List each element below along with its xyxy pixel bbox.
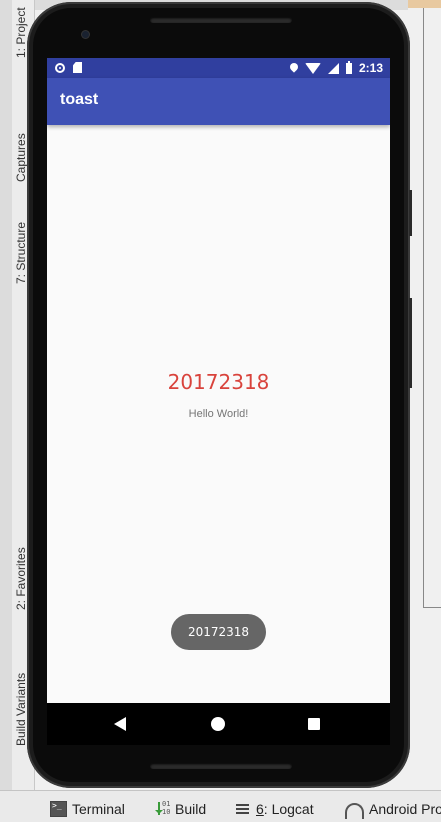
- ide-right-tab-strip: [408, 0, 441, 8]
- device-screen: 2:13 toast 20172318 Hello World! 2017231…: [47, 58, 390, 745]
- panel-divider-bottom: [423, 607, 441, 608]
- gauge-icon: [345, 803, 364, 819]
- build-tab[interactable]: 01 10 Build: [155, 800, 206, 818]
- recents-icon[interactable]: [308, 718, 320, 730]
- logcat-tab-label: : Logcat: [263, 801, 314, 817]
- notification-dot-icon: [55, 62, 65, 73]
- battery-icon: [345, 60, 352, 74]
- terminal-icon: [50, 801, 67, 817]
- navigation-bar: [47, 703, 390, 745]
- profiler-tab[interactable]: Android Pro: [345, 800, 441, 819]
- terminal-tab-label: Terminal: [72, 801, 125, 817]
- logcat-tab-number: 6: [256, 801, 264, 817]
- build-tab-label: Build: [175, 801, 207, 817]
- home-icon[interactable]: [211, 717, 225, 731]
- volume-button[interactable]: [409, 298, 412, 388]
- status-bar-left: [55, 62, 82, 73]
- app-toolbar: toast: [47, 78, 390, 125]
- terminal-tab[interactable]: Terminal: [50, 800, 125, 818]
- toast-message: 20172318: [171, 614, 266, 650]
- ide-right-panel: [408, 0, 441, 790]
- wifi-icon: [304, 62, 321, 74]
- sd-card-icon: [73, 62, 82, 73]
- logcat-icon: [236, 802, 251, 816]
- status-bar: 2:13: [47, 58, 390, 78]
- power-button[interactable]: [409, 190, 412, 236]
- profiler-tab-label: Android Pro: [369, 801, 441, 817]
- location-icon: [288, 61, 300, 73]
- hello-world-text: Hello World!: [188, 408, 249, 420]
- front-camera-icon: [82, 31, 89, 38]
- build-icon: 01 10: [155, 800, 170, 816]
- speaker-grill-top: [150, 17, 292, 23]
- number-text: 20172318: [167, 370, 270, 394]
- ide-bottom-toolbar: Terminal 0110 Build 6: Logcat Android Pr…: [0, 790, 441, 822]
- app-title: toast: [60, 91, 99, 108]
- logcat-tab[interactable]: 6: Logcat: [236, 800, 314, 818]
- status-bar-right: 2:13: [288, 60, 383, 75]
- panel-divider: [423, 8, 424, 608]
- status-time: 2:13: [358, 61, 383, 75]
- speaker-grill-bottom: [150, 763, 292, 769]
- signal-icon: [327, 62, 339, 74]
- back-icon[interactable]: [114, 717, 126, 731]
